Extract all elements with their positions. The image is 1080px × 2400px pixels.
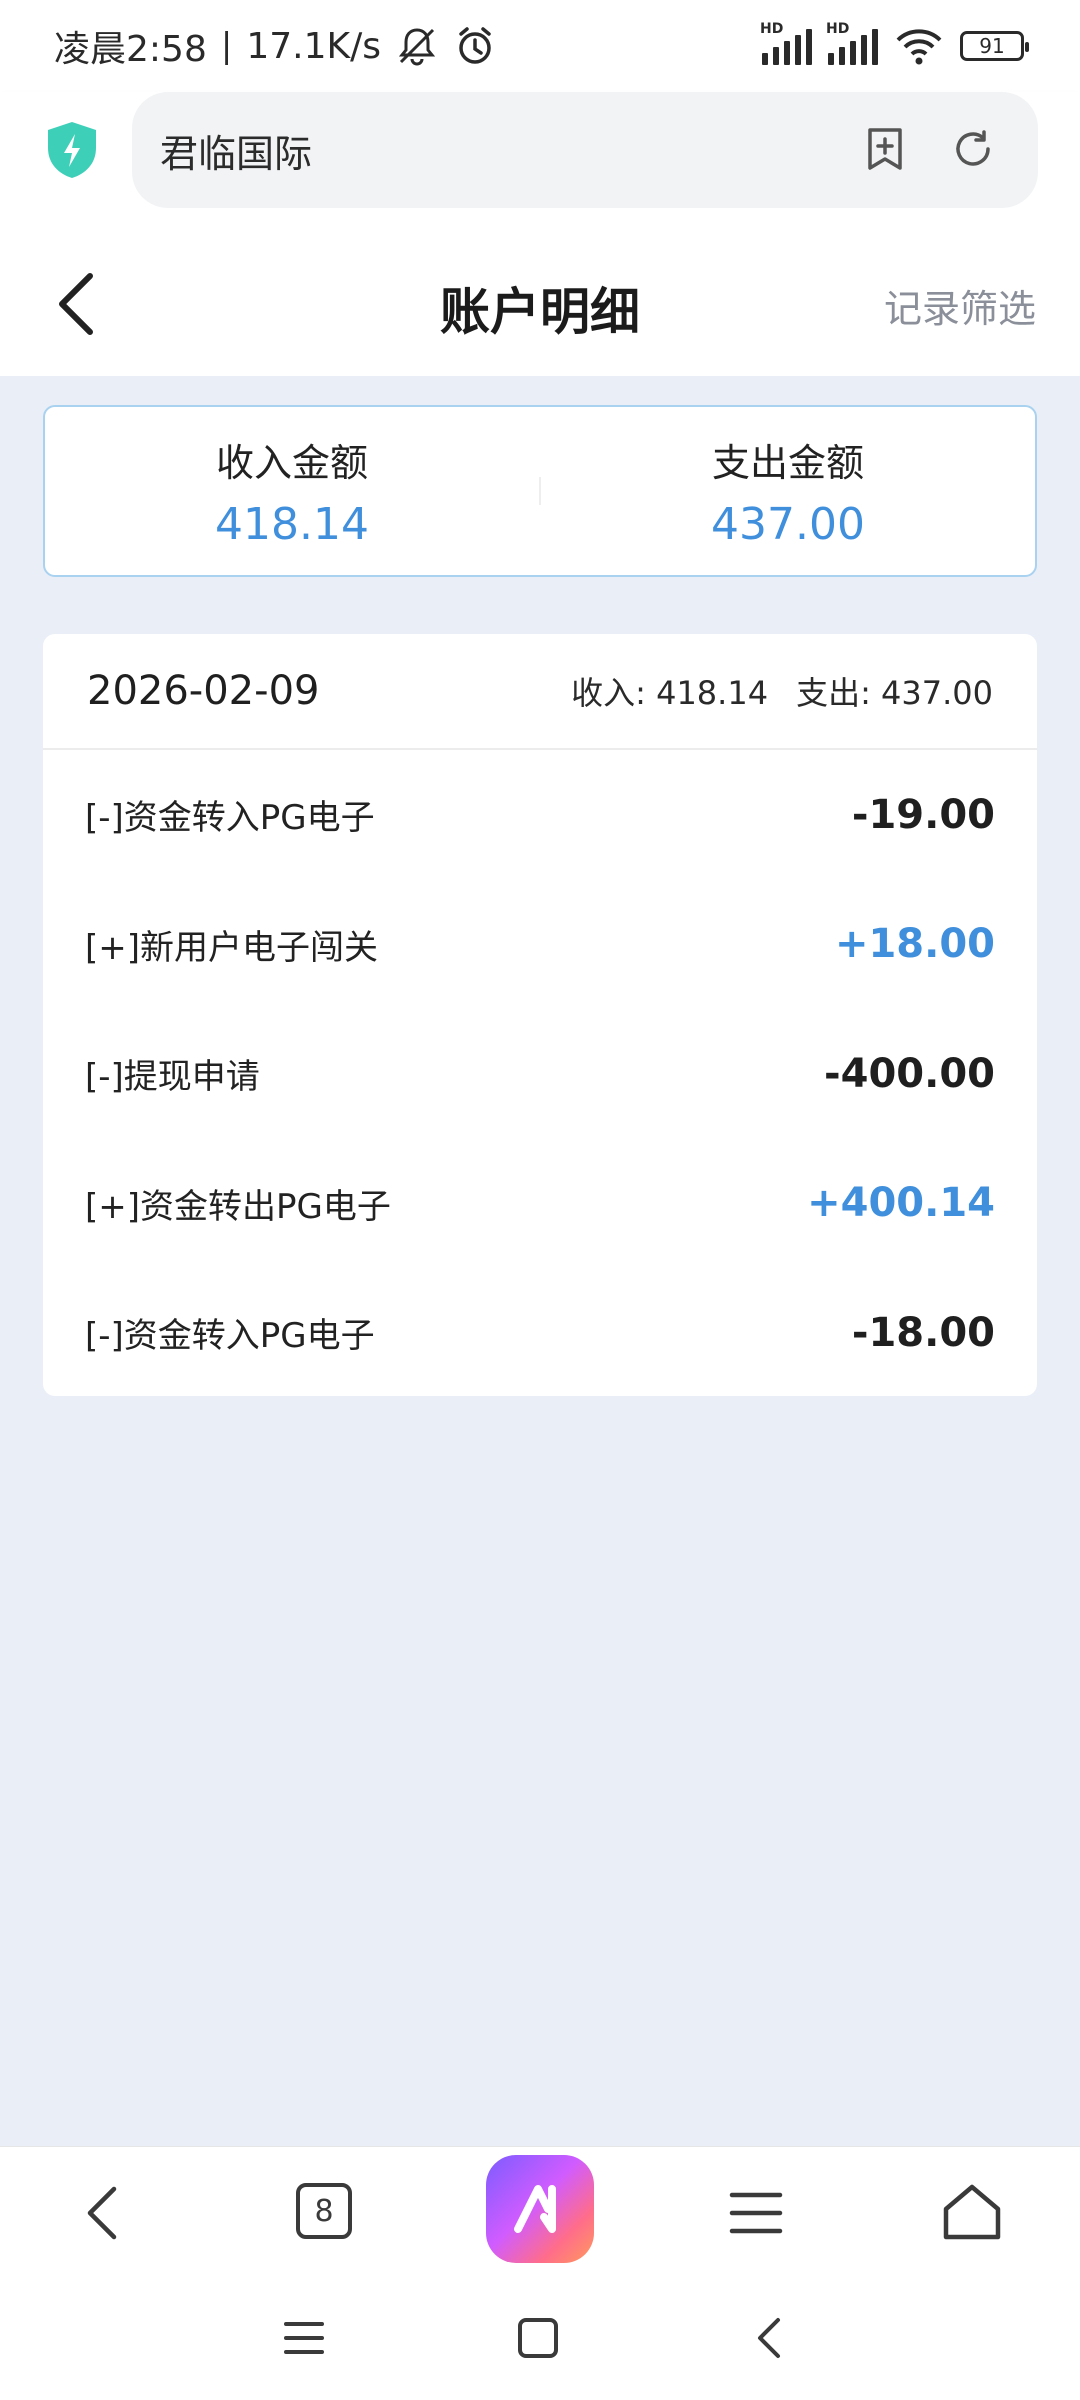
- transaction-name: [+]新用户电子闯关: [85, 927, 379, 968]
- record-filter-button[interactable]: 记录筛选: [884, 278, 1036, 333]
- transaction-row[interactable]: [-]提现申请 -400.00: [43, 1009, 1037, 1139]
- transaction-row[interactable]: [+]新用户电子闯关 +18.00: [43, 880, 1037, 1010]
- transaction-date: 2026-02-09: [87, 668, 320, 714]
- url-field[interactable]: 君临国际: [132, 92, 1038, 208]
- status-time: 凌晨2:58: [54, 29, 207, 70]
- expense-label: 支出金额: [711, 441, 864, 485]
- ai-assistant-button[interactable]: [486, 2155, 594, 2263]
- system-back-icon[interactable]: [746, 2314, 794, 2362]
- income-value: 418.14: [215, 499, 369, 550]
- system-menu-icon[interactable]: [280, 2314, 328, 2362]
- page-header: 账户明细 记录筛选: [0, 232, 1080, 376]
- transaction-amount: +18.00: [834, 921, 995, 968]
- alarm-clock-icon: [459, 27, 491, 64]
- summary-card: 收入金额 418.14 支出金额 437.00: [43, 405, 1037, 577]
- menu-icon[interactable]: [718, 2175, 794, 2251]
- battery-icon: 91: [960, 31, 1029, 61]
- transaction-name: [+]资金转出PG电子: [85, 1186, 391, 1227]
- income-summary: 收入金额 418.14: [45, 407, 539, 575]
- income-label: 收入金额: [215, 441, 368, 485]
- transaction-name: [-]提现申请: [85, 1057, 260, 1098]
- transaction-row[interactable]: [-]资金转入PG电子 -19.00: [43, 750, 1037, 880]
- url-actions: [860, 124, 998, 174]
- transaction-amount: -400.00: [824, 1050, 995, 1097]
- day-expense-total: 支出: 437.00: [796, 674, 993, 712]
- hd-label: HD: [760, 21, 784, 37]
- url-text: 君临国际: [160, 131, 313, 176]
- transaction-card: 2026-02-09 收入: 418.14 支出: 437.00 [-]资金转入…: [43, 634, 1037, 1396]
- system-home-icon[interactable]: [514, 2314, 562, 2362]
- day-income-total: 收入: 418.14: [571, 674, 769, 712]
- system-nav-bar: [0, 2278, 1080, 2400]
- refresh-icon[interactable]: [948, 124, 998, 174]
- status-right: HD HD 91: [760, 21, 1029, 66]
- home-icon[interactable]: [934, 2175, 1010, 2251]
- transaction-amount: -19.00: [851, 791, 995, 838]
- transaction-amount: +400.14: [807, 1180, 995, 1227]
- transaction-row[interactable]: [-]资金转入PG电子 -18.00: [43, 1268, 1037, 1398]
- ai-icon: [514, 2185, 556, 2233]
- tabs-button[interactable]: 8: [296, 2183, 352, 2239]
- day-totals: 收入: 418.14 支出: 437.00: [571, 668, 993, 714]
- battery-level: 91: [979, 34, 1005, 58]
- status-separator: |: [220, 26, 233, 66]
- status-bar: 凌晨2:58 | 17.1K/s HD HD 91: [0, 0, 1080, 92]
- browser-bottom-nav: 8: [0, 2146, 1080, 2278]
- expense-value: 437.00: [711, 499, 865, 550]
- mute-bell-icon: [398, 28, 436, 66]
- network-speed: 17.1K/s: [246, 25, 381, 67]
- wifi-icon: [896, 29, 942, 65]
- transaction-amount: -18.00: [851, 1309, 995, 1356]
- transaction-day-header: 2026-02-09 收入: 418.14 支出: 437.00: [43, 634, 1037, 750]
- transaction-name: [-]资金转入PG电子: [85, 798, 375, 839]
- browser-bar: 君临国际: [0, 92, 1080, 232]
- transaction-name: [-]资金转入PG电子: [85, 1316, 375, 1357]
- bookmark-add-icon[interactable]: [860, 124, 910, 174]
- signal-icon-1: HD: [760, 21, 812, 65]
- shield-icon[interactable]: [44, 120, 100, 180]
- transaction-row[interactable]: [+]资金转出PG电子 +400.14: [43, 1139, 1037, 1269]
- hd-label: HD: [826, 21, 850, 37]
- expense-summary: 支出金额 437.00: [541, 407, 1035, 575]
- tab-count: 8: [314, 2193, 334, 2229]
- status-left: 凌晨2:58 | 17.1K/s: [54, 20, 497, 72]
- signal-icon-2: HD: [826, 21, 878, 65]
- nav-back-icon[interactable]: [68, 2175, 144, 2251]
